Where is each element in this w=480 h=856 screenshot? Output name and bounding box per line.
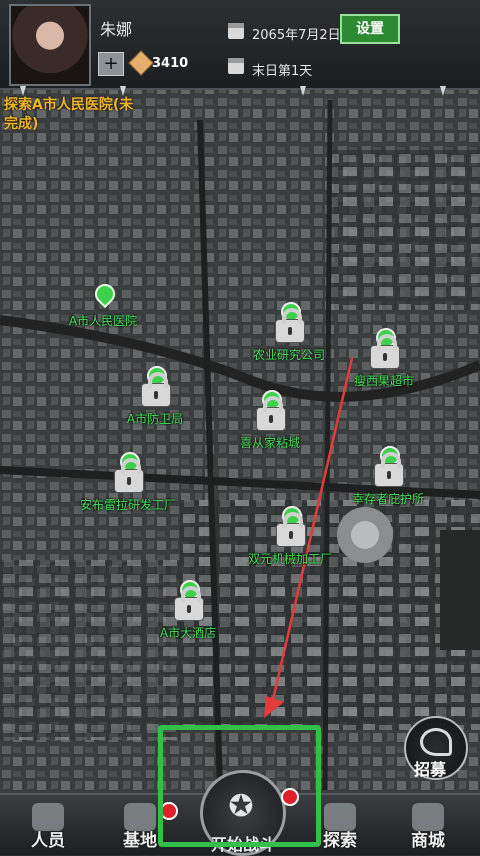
coin-icon [128, 50, 154, 76]
location-label: A市大酒店 [159, 626, 217, 640]
quest-tracker[interactable]: 探索A市人民医院(未完成) [4, 96, 144, 134]
base-notification-dot [160, 802, 178, 820]
settings-button[interactable]: 设置 [340, 14, 400, 44]
lock-icon [366, 328, 402, 372]
start-battle-button[interactable]: ✪ 开始战斗 [200, 770, 286, 856]
location-marker-factory[interactable]: 双元机械加工厂 [220, 506, 360, 567]
nav-shop-label: 商城 [411, 831, 445, 851]
location-label: 幸存者庇护所 [351, 492, 424, 506]
location-pin-icon [90, 279, 120, 312]
recruit-button[interactable]: 招募 [404, 716, 468, 780]
radar-icon [420, 728, 452, 756]
nav-base-label: 基地 [123, 831, 157, 851]
location-label: 双元机械加工厂 [247, 552, 332, 566]
calendar-icon [228, 23, 244, 39]
survival-day: 末日第1天 [252, 64, 313, 79]
nav-members[interactable]: 人员 [8, 795, 88, 855]
recruit-label: 招募 [414, 760, 447, 779]
game-date: 2065年7月2日 [252, 28, 341, 43]
lock-icon [170, 580, 206, 624]
nav-explore[interactable]: 探索 [300, 795, 380, 855]
avatar[interactable] [9, 4, 91, 86]
location-label: A市人民医院 [68, 314, 138, 328]
location-marker-supermarket[interactable]: 瘦西果超市 [314, 328, 454, 389]
lock-icon [110, 452, 146, 496]
battle-notification-dot [281, 788, 299, 806]
start-battle-label: 开始战斗 [210, 835, 275, 854]
lock-icon [252, 390, 288, 434]
location-marker-umbrella[interactable]: 安布雷拉研发工厂 [58, 452, 198, 513]
location-marker-mall[interactable]: 喜从家粘城 [200, 390, 340, 451]
crossed-swords-star-icon: ✪ [228, 789, 254, 824]
lock-icon [271, 302, 307, 346]
nav-explore-label: 探索 [323, 831, 357, 851]
day-calendar-icon [228, 58, 244, 74]
location-marker-hotel[interactable]: A市大酒店 [118, 580, 258, 641]
location-label: 安布雷拉研发工厂 [79, 498, 176, 512]
nav-shop[interactable]: 商城 [388, 795, 468, 855]
coin-count: 3410 [152, 56, 189, 71]
lock-icon [370, 446, 406, 490]
lock-icon [272, 506, 308, 550]
nav-members-label: 人员 [31, 831, 65, 851]
lock-icon [137, 366, 173, 410]
player-name: 朱娜 [100, 20, 133, 39]
player-header: 朱娜 + 3410 2065年7月2日 末日第1天 设置 [0, 0, 480, 90]
location-marker-shelter[interactable]: 幸存者庇护所 [318, 446, 458, 507]
location-marker-hospital[interactable]: A市人民医院 [33, 279, 173, 329]
location-label: 瘦西果超市 [353, 374, 414, 388]
add-coins-button[interactable]: + [98, 52, 124, 76]
